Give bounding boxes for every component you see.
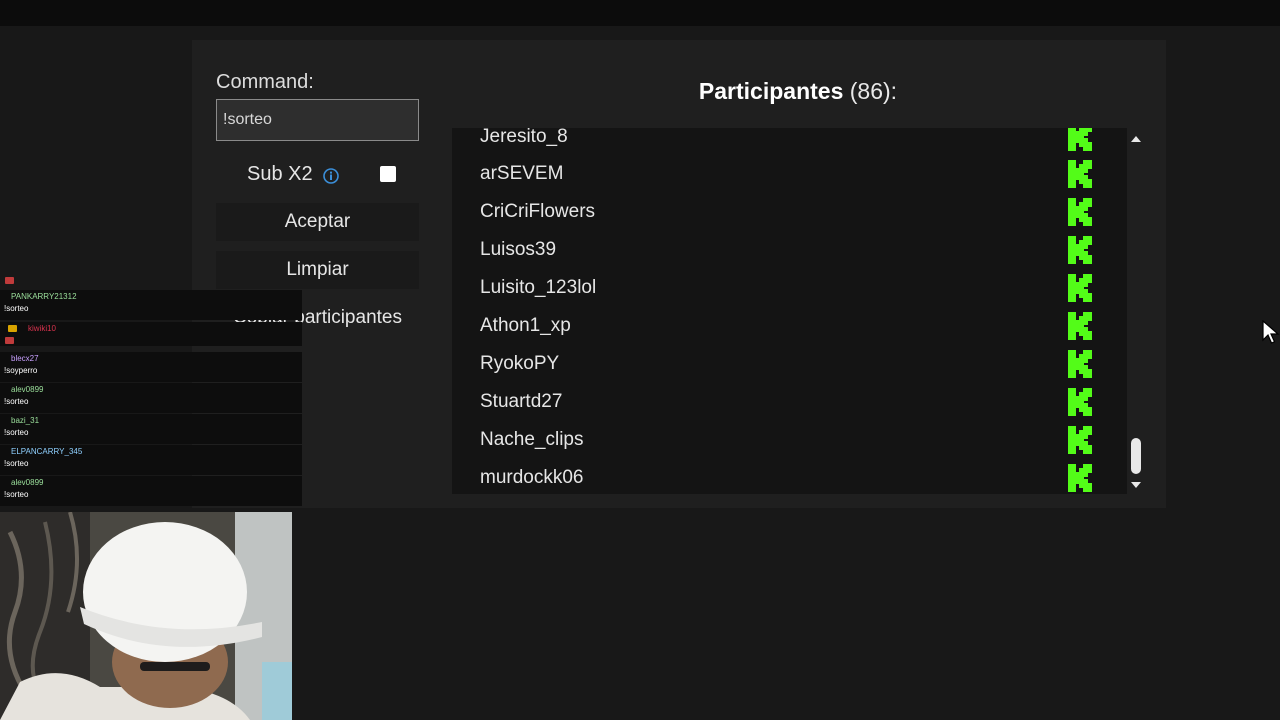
chat-text: !sorteo [4,428,29,437]
chat-message: kiwiki10 [0,322,302,346]
participants-list[interactable]: Jeresito_8 arSEVEM CriCriFlowers Luisos3… [452,128,1127,494]
kick-icon [1068,464,1092,492]
kick-icon [1068,426,1092,454]
chat-message: ELPANCARRY_345 !sorteo [0,445,302,475]
list-item: Luisito_123lol [452,269,1112,307]
kick-icon [1068,128,1092,151]
stream-chat-overlay: PANKARRY21312 !sorteo kiwiki10 blecx27 !… [0,276,302,506]
scroll-down-arrow-icon[interactable] [1129,478,1143,492]
list-scrollbar[interactable] [1127,128,1145,494]
chat-text: !sorteo [4,397,29,406]
command-label: Command: [216,71,314,93]
chat-message: blecx27 !soyperro [0,352,302,382]
badge-icon [8,325,17,332]
kick-icon [1068,160,1092,188]
chat-username: PANKARRY21312 [11,292,77,301]
participant-name: RyokoPY [480,353,560,374]
chat-username: bazi_31 [11,416,40,425]
accept-button[interactable]: Aceptar [216,203,419,241]
list-item: Luisos39 [452,231,1112,269]
participant-name: Luisos39 [480,239,557,260]
participants-heading: Participantes (86): [600,78,996,105]
kick-icon [1068,388,1092,416]
chat-username: ELPANCARRY_345 [11,447,83,456]
webcam-image [0,512,292,720]
kick-icon [1068,350,1092,378]
chat-message: alev0899 !sorteo [0,476,302,506]
chat-username: blecx27 [11,354,39,363]
kick-icon [1068,236,1092,264]
chat-message: alev0899 !sorteo [0,383,302,413]
participant-name: Luisito_123lol [480,277,597,298]
list-item: murdockk06 [452,459,1112,494]
mouse-cursor-icon [1262,320,1280,344]
participant-name: CriCriFlowers [480,201,596,222]
list-item: CriCriFlowers [452,193,1112,231]
list-item: Jeresito_8 [452,128,1112,156]
list-item: Athon1_xp [452,307,1112,345]
chat-message: bazi_31 !sorteo [0,414,302,444]
sub-x2-checkbox[interactable] [380,166,396,182]
top-bar [0,0,1280,26]
participant-name: Athon1_xp [480,315,571,336]
participants-title: Participantes [698,78,844,104]
chat-text: !sorteo [4,490,29,499]
badge-icon [5,277,14,284]
kick-icon [1068,198,1092,226]
chat-message: PANKARRY21312 !sorteo [0,290,302,320]
list-item: Nache_clips [452,421,1112,459]
kick-icon [1068,274,1092,302]
list-item: arSEVEM [452,155,1112,193]
info-icon[interactable] [322,167,339,184]
participants-count: (86): [849,78,898,104]
chat-username: alev0899 [11,385,44,394]
chat-text: !soyperro [4,366,38,375]
sub-x2-label: Sub X2 [247,163,313,185]
kick-icon [1068,312,1092,340]
webcam-feed [0,512,292,720]
participant-name: Nache_clips [480,429,584,450]
chat-username: kiwiki10 [28,324,57,333]
sub-x2-option: Sub X2 [247,163,339,186]
participant-name: Stuartd27 [480,391,563,412]
chat-text: !sorteo [4,459,29,468]
list-item: RyokoPY [452,345,1112,383]
participant-name: Jeresito_8 [480,128,568,147]
participant-name: arSEVEM [480,163,564,184]
chat-username: alev0899 [11,478,44,487]
command-input[interactable] [216,99,419,141]
chat-text: !sorteo [4,304,29,313]
scroll-thumb[interactable] [1131,438,1141,474]
badge-icon [5,337,14,344]
scroll-up-arrow-icon[interactable] [1129,132,1143,146]
participant-name: murdockk06 [480,467,584,488]
list-item: Stuartd27 [452,383,1112,421]
